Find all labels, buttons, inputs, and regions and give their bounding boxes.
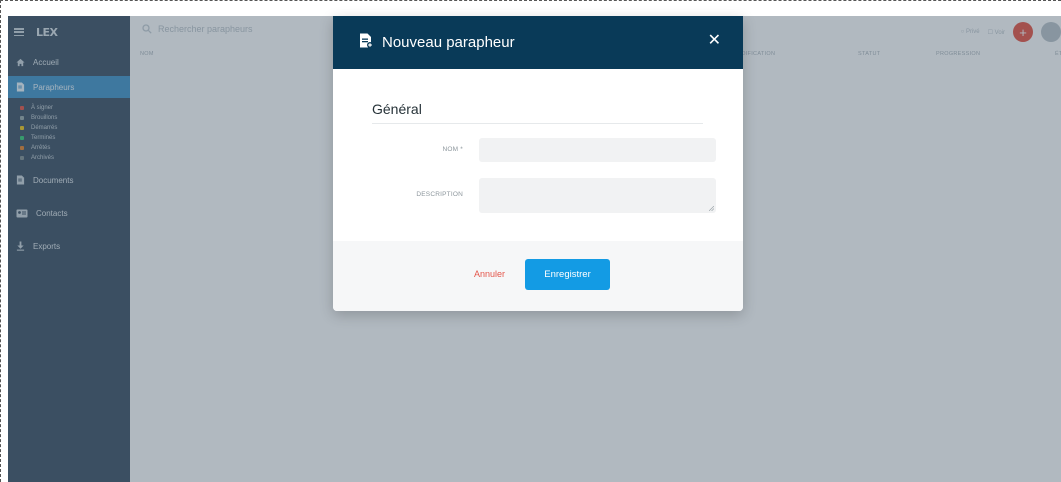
- close-icon[interactable]: ✕: [708, 33, 721, 49]
- section-title: Général: [372, 101, 703, 124]
- cancel-button[interactable]: Annuler: [474, 269, 505, 279]
- new-document-icon: [359, 33, 373, 53]
- description-label: DESCRIPTION: [416, 191, 463, 198]
- description-textarea[interactable]: [479, 178, 716, 213]
- modal-title: Nouveau parapheur: [382, 34, 515, 51]
- modal-header: Nouveau parapheur ✕: [333, 16, 743, 69]
- nom-label: NOM *: [442, 146, 463, 153]
- resize-handle-icon: [709, 206, 714, 211]
- save-button[interactable]: Enregistrer: [525, 259, 610, 290]
- nom-input[interactable]: [479, 138, 716, 162]
- new-parapheur-modal: Nouveau parapheur ✕ Général NOM * DESCRI…: [333, 16, 743, 311]
